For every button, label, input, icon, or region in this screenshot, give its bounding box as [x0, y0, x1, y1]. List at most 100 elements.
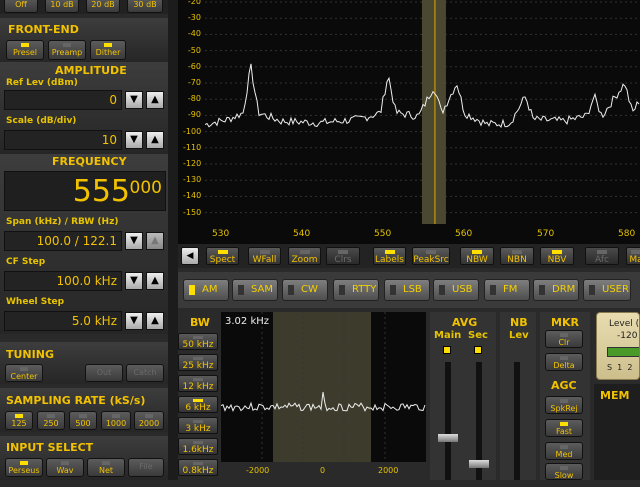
- ref-up-button[interactable]: ▲: [146, 91, 164, 109]
- toolbar-button-nbv[interactable]: NBV: [540, 247, 574, 265]
- span-down-button[interactable]: ▼: [125, 232, 143, 250]
- att-10-button[interactable]: 10 dB: [45, 0, 79, 13]
- spectrum-y-tick: -70: [187, 78, 201, 87]
- mode-rtty-button[interactable]: RTTY: [333, 279, 379, 301]
- cf-up-button[interactable]: ▲: [146, 272, 164, 290]
- tuning-title: TUNING: [6, 348, 54, 361]
- cf-step-field[interactable]: 100.0 kHz: [4, 271, 122, 291]
- toolbar-led: [552, 250, 562, 254]
- scroll-left-button[interactable]: ◀: [181, 247, 199, 265]
- toolbar-button-zoom[interactable]: Zoom: [288, 247, 321, 265]
- frequency-display[interactable]: 555 000: [4, 171, 166, 211]
- wheel-down-button[interactable]: ▼: [125, 312, 143, 330]
- dither-label: Dither: [95, 48, 121, 57]
- span-field[interactable]: 100.0 / 122.1: [4, 231, 122, 251]
- wheel-up-button[interactable]: ▲: [146, 312, 164, 330]
- toolbar-button-nbn[interactable]: NBN: [500, 247, 534, 265]
- bw-led: [193, 462, 203, 465]
- spectrum-plot[interactable]: [205, 0, 640, 224]
- mode-led: [589, 285, 595, 295]
- bw-button-1[interactable]: 25 kHz: [178, 354, 218, 371]
- att-off-button[interactable]: Off: [4, 0, 38, 13]
- sr-250-button[interactable]: 250: [37, 411, 65, 430]
- sr-1000-button[interactable]: 1000: [101, 411, 131, 430]
- mode-drm-button[interactable]: DRM: [533, 279, 579, 301]
- bw-label: 1.6kHz: [182, 445, 214, 455]
- toolbar-button-clrs[interactable]: Clrs: [326, 247, 360, 265]
- agc-spkrej-button[interactable]: SpkRej: [545, 396, 583, 414]
- mkr-clr-button[interactable]: Clr: [545, 330, 583, 348]
- att-10-label: 10 dB: [50, 0, 74, 9]
- att-30-button[interactable]: 30 dB: [127, 0, 163, 13]
- input-perseus-button[interactable]: Perseus: [5, 458, 43, 477]
- preamp-label: Preamp: [51, 48, 83, 57]
- avg-sec-label: Sec: [468, 330, 488, 341]
- avg-main-thumb[interactable]: [438, 434, 458, 442]
- spectrum-y-tick: -90: [187, 110, 201, 120]
- bw-button-3[interactable]: 6 kHz: [178, 396, 218, 413]
- input-wav-button[interactable]: Wav: [46, 458, 84, 477]
- spectrum-y-tick: -130: [183, 175, 202, 185]
- agc-med-button[interactable]: Med: [545, 442, 583, 460]
- mode-usb-button[interactable]: USB: [433, 279, 479, 301]
- mem-title: MEM: [600, 389, 630, 402]
- mode-user-button[interactable]: USER: [583, 279, 631, 301]
- mode-led: [439, 285, 445, 295]
- sr-125-button[interactable]: 125: [5, 411, 33, 430]
- bw-button-6[interactable]: 0.8kHz: [178, 459, 218, 476]
- preamp-button[interactable]: Preamp: [48, 40, 86, 60]
- out-button[interactable]: Out: [85, 364, 123, 382]
- sr-2000-button[interactable]: 2000: [134, 411, 164, 430]
- dither-button[interactable]: Dither: [90, 40, 126, 60]
- att-20-button[interactable]: 20 dB: [86, 0, 120, 13]
- bw-button-2[interactable]: 12 kHz: [178, 375, 218, 392]
- mode-fm-button[interactable]: FM: [484, 279, 530, 301]
- input-file-button[interactable]: File: [128, 458, 164, 477]
- avg-sec-led[interactable]: [474, 346, 482, 354]
- agc-fast-button[interactable]: Fast: [545, 419, 583, 437]
- mode-am-button[interactable]: AM: [183, 279, 229, 301]
- mode-sam-button[interactable]: SAM: [232, 279, 278, 301]
- center-button[interactable]: Center: [5, 364, 43, 382]
- presel-button[interactable]: Presel: [6, 40, 44, 60]
- span-up-button[interactable]: ▲: [146, 232, 164, 250]
- nb-slider[interactable]: [514, 362, 520, 480]
- scale-up-button[interactable]: ▲: [146, 131, 164, 149]
- bw-button-4[interactable]: 3 kHz: [178, 417, 218, 434]
- cf-down-button[interactable]: ▼: [125, 272, 143, 290]
- toolbar-button-labels[interactable]: Labels: [373, 247, 406, 265]
- toolbar-button-wfall[interactable]: WFall: [248, 247, 281, 265]
- scale-field[interactable]: 10: [4, 130, 122, 150]
- scale-down-button[interactable]: ▼: [125, 131, 143, 149]
- agc-slow-button[interactable]: Slow: [545, 463, 583, 480]
- mkr-delta-button[interactable]: Delta: [545, 353, 583, 371]
- avg-sec-thumb[interactable]: [469, 460, 489, 468]
- toolbar-button-nbw[interactable]: NBW: [460, 247, 494, 265]
- toolbar-led: [338, 250, 348, 254]
- bw-button-0[interactable]: 50 kHz: [178, 333, 218, 350]
- spectrum-x-tick: 530: [212, 229, 230, 239]
- wheel-step-field[interactable]: 5.0 kHz: [4, 311, 122, 331]
- mode-cw-button[interactable]: CW: [282, 279, 328, 301]
- ref-level-field[interactable]: 0: [4, 90, 122, 110]
- agc-slow-led: [560, 466, 568, 470]
- spectrum-y-tick: -100: [183, 126, 202, 136]
- bw-button-5[interactable]: 1.6kHz: [178, 438, 218, 455]
- avg-main-led[interactable]: [443, 346, 451, 354]
- audio-spectrum[interactable]: 3.02 kHz: [221, 312, 426, 462]
- mode-lsb-button[interactable]: LSB: [384, 279, 430, 301]
- nb-title: NB: [510, 316, 528, 329]
- mode-led: [238, 285, 244, 295]
- catch-button[interactable]: Catch: [126, 364, 164, 382]
- toolbar-button-spect[interactable]: Spect: [206, 247, 239, 265]
- spectrum-x-tick: 570: [537, 229, 555, 239]
- sr-500-button[interactable]: 500: [69, 411, 97, 430]
- sr-2000-led: [145, 414, 153, 418]
- toolbar-button-peaksrc[interactable]: PeakSrc: [412, 247, 450, 265]
- toolbar-button-afc[interactable]: Afc: [585, 247, 619, 265]
- avg-main-slider[interactable]: [445, 362, 451, 480]
- ref-down-button[interactable]: ▼: [125, 91, 143, 109]
- input-net-button[interactable]: Net: [87, 458, 125, 477]
- bw-label: 6 kHz: [185, 403, 211, 413]
- toolbar-button-ma[interactable]: Ma: [626, 247, 640, 265]
